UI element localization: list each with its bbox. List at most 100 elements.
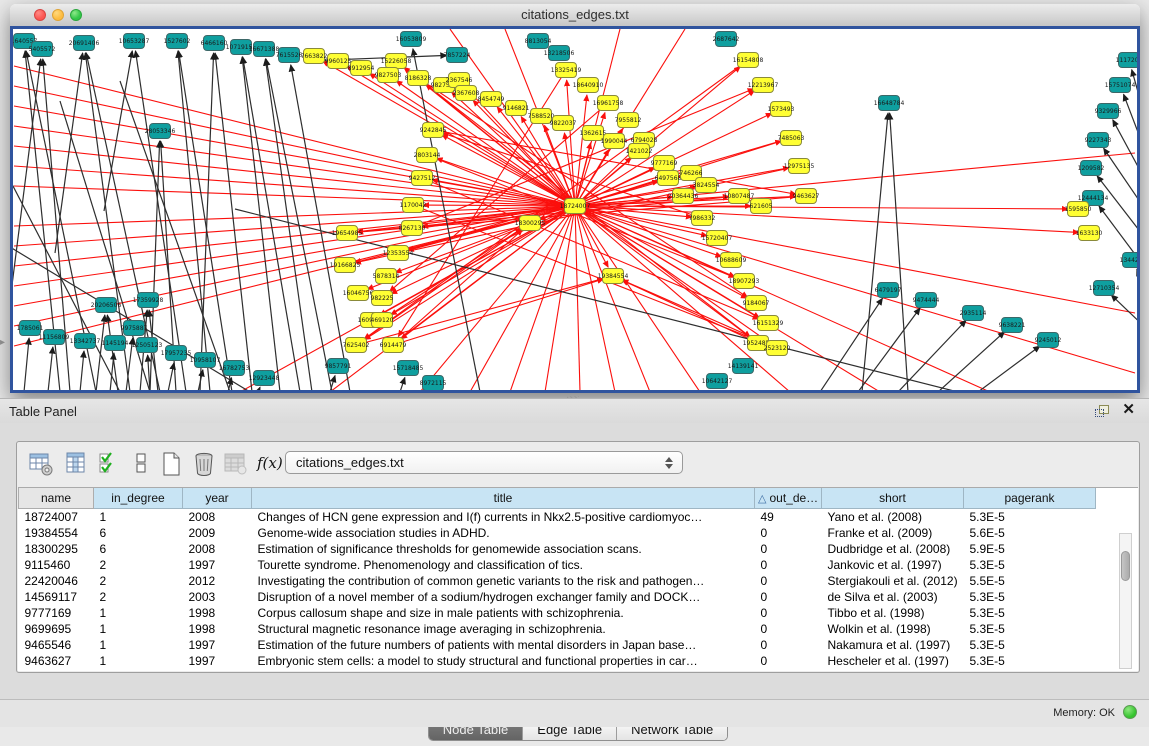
column-header-short[interactable]: short	[822, 488, 964, 509]
table-row[interactable]: 1456911722003Disruption of a novel membe…	[19, 589, 1096, 605]
svg-text:8454749: 8454749	[478, 96, 505, 103]
table-cell: 2008	[183, 541, 252, 557]
table-mode-icon[interactable]	[28, 451, 54, 477]
svg-text:2935114: 2935114	[960, 310, 987, 317]
table-cell: 0	[755, 621, 822, 637]
svg-text:10807487: 10807487	[724, 193, 755, 200]
table-cell: 1997	[183, 557, 252, 573]
close-panel-icon[interactable]: ✕	[1122, 402, 1135, 418]
import-table-icon[interactable]	[223, 451, 249, 477]
table-cell: Tourette syndrome. Phenomenology and cla…	[252, 557, 755, 573]
panel-edge-marker[interactable]: ▸	[0, 338, 5, 348]
table-row[interactable]: 977716911998Corpus callosum shape and si…	[19, 605, 1096, 621]
network-window: citations_edges.txt 16405575405572206914…	[10, 4, 1140, 393]
table-cell: 2008	[183, 509, 252, 526]
table-cell: 49	[755, 509, 822, 526]
svg-text:1633130: 1633130	[1076, 230, 1103, 237]
table-cell: 5.3E-5	[964, 509, 1096, 526]
svg-text:6497568: 6497568	[655, 175, 682, 182]
table-cell: Stergiakouli et al. (2012)	[822, 573, 964, 589]
svg-text:2803144: 2803144	[414, 152, 441, 159]
table-cell: 6	[94, 541, 183, 557]
new-column-icon[interactable]	[159, 451, 185, 477]
table-row[interactable]: 946362711997Embryonic stem cells: a mode…	[19, 653, 1096, 669]
table-cell: Disruption of a novel member of a sodium…	[252, 589, 755, 605]
svg-text:20206506: 20206506	[91, 302, 122, 309]
memory-ok-icon	[1123, 705, 1137, 719]
column-header-out_de[interactable]: △out_de…	[755, 488, 822, 509]
table-row[interactable]: 1830029562008Estimation of significance …	[19, 541, 1096, 557]
table-panel-title: Table Panel	[9, 404, 77, 419]
svg-text:10688609: 10688609	[716, 257, 747, 264]
table-row[interactable]: 2242004622012Investigating the contribut…	[19, 573, 1096, 589]
column-header-pagerank[interactable]: pagerank	[964, 488, 1096, 509]
window-titlebar[interactable]: citations_edges.txt	[10, 4, 1140, 27]
table-toolbar: f(x) citations_edges.txt	[17, 442, 1139, 486]
table-row[interactable]: 969969511998Structural magnetic resonanc…	[19, 621, 1096, 637]
table-cell: de Silva et al. (2003)	[822, 589, 964, 605]
network-view[interactable]: 1640557540557220691406106532871527602646…	[10, 26, 1140, 393]
svg-text:1785061: 1785061	[17, 325, 44, 332]
float-panel-icon[interactable]	[1095, 405, 1109, 417]
svg-text:1344285: 1344285	[1120, 257, 1137, 264]
svg-text:9827503: 9827503	[375, 72, 402, 79]
svg-text:12444134: 12444134	[1078, 195, 1109, 202]
svg-text:2367546: 2367546	[446, 77, 473, 84]
svg-text:7588520: 7588520	[528, 113, 555, 120]
column-header-in_degree[interactable]: in_degree	[94, 488, 183, 509]
delete-column-icon[interactable]	[191, 451, 217, 477]
svg-text:13218506: 13218506	[544, 50, 575, 57]
table-cell: 5.5E-5	[964, 573, 1096, 589]
svg-text:19166825: 19166825	[330, 262, 361, 269]
svg-text:621605: 621605	[750, 203, 773, 210]
function-builder-icon[interactable]: f(x)	[257, 454, 283, 480]
window-title: citations_edges.txt	[10, 7, 1140, 22]
table-cell: 0	[755, 653, 822, 669]
svg-text:20691406: 20691406	[69, 40, 100, 47]
svg-text:12975135: 12975135	[784, 163, 815, 170]
svg-text:17359928: 17359928	[133, 297, 164, 304]
table-cell: 1	[94, 653, 183, 669]
svg-text:8813054: 8813054	[525, 38, 552, 45]
svg-text:15718485: 15718485	[393, 365, 424, 372]
table-panel-titlebar: Table Panel ✕	[0, 399, 1149, 423]
table-cell: 0	[755, 605, 822, 621]
table-cell: Dudbridge et al. (2008)	[822, 541, 964, 557]
memory-status-label: Memory: OK	[1053, 707, 1115, 719]
table-cell: 2	[94, 573, 183, 589]
table-row[interactable]: 1938455462009Genome-wide association stu…	[19, 525, 1096, 541]
table-row[interactable]: 946554611997Estimation of the future num…	[19, 637, 1096, 653]
table-cell: 5.9E-5	[964, 541, 1096, 557]
network-canvas[interactable]: 1640557540557220691406106532871527602646…	[13, 29, 1137, 390]
status-bar: Memory: OK	[0, 699, 1149, 727]
svg-text:9245012: 9245012	[1035, 337, 1062, 344]
table-cell: 0	[755, 557, 822, 573]
svg-text:10642127: 10642127	[702, 378, 733, 385]
table-cell: 18724007	[19, 509, 94, 526]
svg-text:6914479: 6914479	[380, 342, 407, 349]
svg-text:7663822: 7663822	[301, 53, 328, 60]
table-row[interactable]: 911546021997Tourette syndrome. Phenomeno…	[19, 557, 1096, 573]
column-header-name[interactable]: name	[19, 488, 94, 509]
svg-text:16053809: 16053809	[396, 36, 427, 43]
select-all-columns-icon[interactable]	[97, 451, 123, 477]
scrollbar-thumb[interactable]	[1121, 551, 1130, 581]
table-cell: 22420046	[19, 573, 94, 589]
table-scrollbar[interactable]	[1119, 533, 1132, 669]
table-cell: 2009	[183, 525, 252, 541]
table-cell: 2003	[183, 589, 252, 605]
table-cell: 5.3E-5	[964, 637, 1096, 653]
show-columns-icon[interactable]	[64, 451, 90, 477]
svg-text:1421022: 1421022	[626, 148, 653, 155]
svg-text:2523120: 2523120	[764, 345, 791, 352]
sort-ascending-icon: △	[758, 493, 766, 505]
column-header-title[interactable]: title	[252, 488, 755, 509]
svg-text:18640910: 18640910	[573, 82, 604, 89]
table-selector-value: citations_edges.txt	[296, 455, 404, 470]
column-header-year[interactable]: year	[183, 488, 252, 509]
table-selector-dropdown[interactable]: citations_edges.txt	[285, 451, 683, 474]
table-row[interactable]: 1872400712008Changes of HCN gene express…	[19, 509, 1096, 526]
node-table: namein_degreeyeartitle△out_de…shortpager…	[18, 488, 1096, 669]
svg-text:20364436: 20364436	[668, 193, 699, 200]
rows-icon[interactable]	[129, 451, 155, 477]
